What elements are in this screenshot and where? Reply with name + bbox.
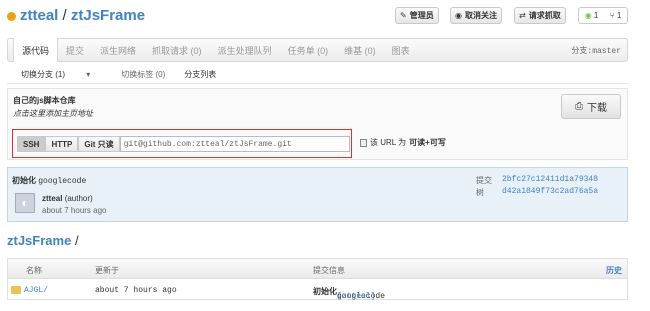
author-name[interactable]: ztteal: [42, 194, 62, 203]
title-separator: /: [62, 7, 67, 24]
clone-note-prefix: 该 URL 为: [370, 138, 407, 147]
header-message: 提交信息: [313, 266, 345, 275]
commit-time: about 7 hours ago: [42, 206, 107, 215]
repo-description-box: 自己的js脚本仓库 点击这里添加主页地址 ⎙ 下载 SSH HTTP Git 只…: [7, 88, 628, 160]
unwatch-button-label: 取消关注: [464, 11, 497, 20]
ssh-button[interactable]: SSH: [17, 136, 46, 152]
download-icon: ⎙: [575, 101, 583, 112]
commit-message-label: 初始化: [12, 176, 36, 185]
unwatch-button[interactable]: ◉ 取消关注: [450, 7, 502, 24]
path-separator: /: [74, 233, 79, 248]
clone-url-note: 该 URL 为可读+可写: [360, 137, 446, 148]
branch-subnav: 切换分支 (1) ▾ 切换标签 (0) 分支列表: [7, 66, 628, 84]
repo-header: ztteal / ztJsFrame ✎ 管理员 ◉ 取消关注 ⇄ 请求抓取 ◉…: [0, 0, 650, 32]
avatar[interactable]: ◐: [15, 193, 35, 213]
clone-access-level: 可读+可写: [409, 138, 446, 147]
repo-stats: ◉ 1 ⑂ 1: [578, 7, 628, 24]
http-button[interactable]: HTTP: [45, 136, 79, 152]
commit-hash-label: 提交: [476, 176, 492, 185]
owner-link[interactable]: ztteal: [20, 7, 58, 24]
folder-icon: [11, 286, 21, 294]
fork-icon: ⑂: [609, 11, 615, 20]
watchers-icon: ◉: [584, 11, 592, 20]
file-commit-message: 初始化 googlecode [ztteal]: [313, 286, 385, 301]
watch-count[interactable]: ◉ 1: [585, 11, 599, 20]
clone-url-highlight: SSH HTTP Git 只读 git@github.com:ztteal/zt…: [12, 129, 352, 158]
admin-button[interactable]: ✎ 管理员: [395, 7, 439, 24]
tab-network[interactable]: 派生网络: [92, 39, 144, 61]
fork-count[interactable]: ⑂ 1: [610, 11, 622, 20]
path-repo-link[interactable]: ztJsFrame: [7, 233, 71, 248]
tab-fork-queue[interactable]: 派生处理队列: [210, 39, 280, 61]
commit-message-text: googlecode: [38, 177, 87, 186]
tab-graphs[interactable]: 图表: [384, 39, 418, 61]
file-name-link[interactable]: AJGL/: [24, 286, 48, 295]
author-role: (author): [64, 194, 93, 203]
tab-source[interactable]: 源代码: [13, 38, 59, 62]
tab-pull-requests[interactable]: 抓取请求 (0): [144, 39, 210, 61]
repo-tabs: 源代码 提交 派生网络 抓取请求 (0) 派生处理队列 任务单 (0) 维基 (…: [7, 38, 628, 62]
current-branch: 分支:master: [571, 47, 621, 56]
download-button[interactable]: ⎙ 下载: [561, 94, 621, 119]
repo-description: 自己的js脚本仓库: [13, 96, 76, 105]
tab-wiki[interactable]: 维基 (0): [336, 39, 384, 61]
clone-url-input[interactable]: git@github.com:ztteal/ztJsFrame.git: [119, 136, 350, 152]
pull-request-button-label: 请求抓取: [528, 11, 561, 20]
file-updated: about 7 hours ago: [95, 286, 177, 295]
repo-title: ztteal / ztJsFrame: [20, 7, 145, 24]
file-table: 名称 更新于 提交信息 历史 AJGL/ about 7 hours ago 初…: [7, 258, 628, 301]
table-row[interactable]: AJGL/ about 7 hours ago 初始化 googlecode […: [8, 280, 627, 301]
commit-hash-link[interactable]: 2bfc27c12411d1a79348: [502, 175, 598, 184]
latest-commit-box: 初始化 googlecode ◐ ztteal (author) about 7…: [7, 167, 628, 222]
file-path-breadcrumb: ztJsFrame /: [7, 233, 79, 248]
repo-link[interactable]: ztJsFrame: [71, 7, 145, 24]
repo-icon: [7, 12, 16, 21]
tree-hash-label: 树: [476, 188, 484, 197]
fork-count-value: 1: [616, 11, 622, 20]
clone-url-bar: SSH HTTP Git 只读 git@github.com:ztteal/zt…: [17, 136, 350, 152]
git-readonly-button[interactable]: Git 只读: [78, 136, 120, 152]
switch-tag-menu[interactable]: 切换标签 (0): [121, 69, 165, 80]
switch-branch-label: 切换分支 (1): [21, 70, 65, 79]
chevron-down-icon: ▾: [86, 70, 91, 79]
file-commit-author-link[interactable]: [ztteal]: [337, 292, 375, 301]
commit-hash-row: 提交 2bfc27c12411d1a79348: [476, 175, 598, 186]
branch-list-link[interactable]: 分支列表: [184, 69, 216, 80]
admin-button-label: 管理员: [409, 11, 434, 20]
history-link[interactable]: 历史: [606, 265, 622, 276]
tab-commits[interactable]: 提交: [58, 39, 92, 61]
tree-hash-link[interactable]: d42a1849f73c2ad76a5a: [502, 187, 598, 196]
pull-request-button[interactable]: ⇄ 请求抓取: [514, 7, 566, 24]
download-label: 下载: [587, 103, 607, 114]
commit-author: ztteal (author): [42, 194, 93, 203]
watch-count-value: 1: [593, 11, 599, 20]
file-table-header: 名称 更新于 提交信息 历史: [8, 259, 627, 279]
tree-hash-row: 树 d42a1849f73c2ad76a5a: [476, 187, 598, 198]
clipboard-icon[interactable]: [360, 138, 367, 147]
switch-branch-menu[interactable]: 切换分支 (1) ▾: [14, 69, 102, 80]
header-updated: 更新于: [95, 266, 119, 275]
file-commit-label: 初始化: [313, 287, 337, 296]
header-name: 名称: [26, 266, 42, 275]
add-homepage-link[interactable]: 点击这里添加主页地址: [13, 108, 93, 119]
pull-request-icon: ⇄: [519, 11, 526, 20]
commit-message: 初始化 googlecode: [12, 175, 86, 186]
tab-issues[interactable]: 任务单 (0): [280, 39, 337, 61]
wrench-icon: ✎: [400, 11, 407, 20]
eye-icon: ◉: [455, 11, 462, 20]
